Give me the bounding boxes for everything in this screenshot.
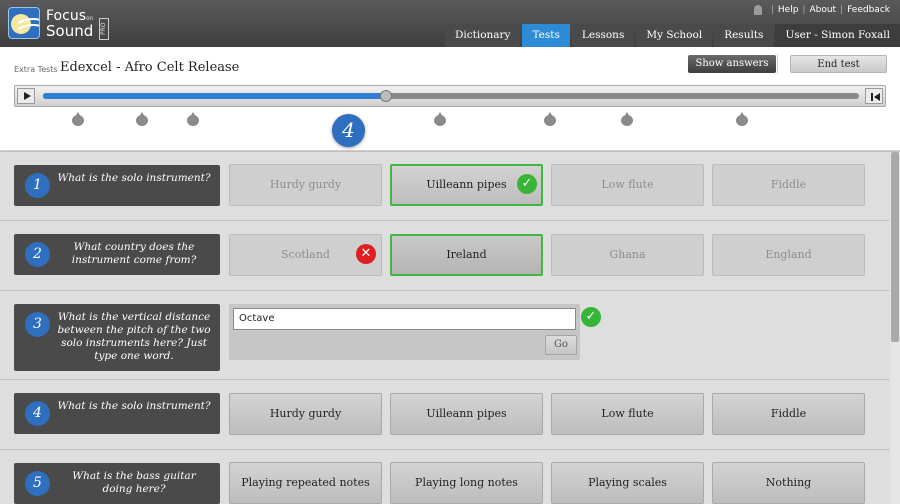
- breadcrumb[interactable]: Extra Tests: [14, 65, 58, 74]
- question-number: 1: [25, 173, 50, 198]
- show-answers-button[interactable]: Show answers: [688, 55, 776, 73]
- question-number: 4: [25, 401, 50, 426]
- question-text: What is the bass guitar doing here?: [72, 470, 196, 495]
- question-marker-icon[interactable]: [621, 112, 634, 126]
- option-button[interactable]: Fiddle: [712, 393, 865, 435]
- feedback-link[interactable]: Feedback: [847, 5, 890, 15]
- question-marker-icon[interactable]: [186, 112, 199, 126]
- option-button[interactable]: Ireland: [390, 234, 543, 276]
- focus-on-sound-logo[interactable]: [8, 7, 40, 39]
- go-button[interactable]: Go: [545, 335, 577, 355]
- option-button[interactable]: Low flute: [551, 164, 704, 206]
- option-button[interactable]: Hurdy gurdy: [229, 164, 382, 206]
- question-text: What is the solo instrument?: [57, 400, 211, 412]
- tab-lessons[interactable]: Lessons: [571, 24, 635, 47]
- question-row: 2 What country does the instrument come …: [0, 221, 890, 291]
- question-number: 3: [25, 312, 50, 337]
- question-text: What is the solo instrument?: [57, 172, 211, 184]
- question-box: 5 What is the bass guitar doing here?: [14, 463, 220, 504]
- question-box: 4 What is the solo instrument?: [14, 393, 220, 434]
- test-header: Extra Tests Edexcel - Afro Celt Release …: [0, 47, 900, 151]
- option-button[interactable]: Playing long notes: [390, 462, 543, 504]
- question-row: 4 What is the solo instrument? Hurdy gur…: [0, 380, 890, 450]
- question-marker-icon[interactable]: [736, 112, 749, 126]
- brand-pro-badge: PRO: [99, 18, 109, 40]
- check-icon: ✓: [517, 174, 537, 194]
- option-button[interactable]: Fiddle: [712, 164, 865, 206]
- help-link[interactable]: Help: [778, 5, 799, 15]
- option-button[interactable]: Nothing: [712, 462, 865, 504]
- tab-user[interactable]: User - Simon Foxall: [775, 24, 900, 47]
- skip-to-start-icon[interactable]: [865, 88, 883, 104]
- main-nav: Dictionary Tests Lessons My School Resul…: [444, 24, 900, 47]
- brand-on: on: [86, 15, 94, 22]
- question-marker-icon[interactable]: [544, 112, 557, 126]
- question-row: 3 What is the vertical distance between …: [0, 291, 890, 380]
- brand-line2: Sound: [46, 22, 94, 40]
- question-text: What country does the instrument come fr…: [71, 241, 197, 266]
- bell-icon[interactable]: [753, 5, 762, 15]
- option-button[interactable]: Low flute: [551, 393, 704, 435]
- tab-results[interactable]: Results: [714, 24, 774, 47]
- progress-fill: [43, 93, 386, 99]
- audio-player: [14, 85, 886, 107]
- question-row: 5 What is the bass guitar doing here? Pl…: [0, 450, 890, 504]
- scrollbar-thumb[interactable]: [891, 152, 899, 342]
- answer-input[interactable]: Octave: [233, 308, 576, 330]
- option-button[interactable]: Playing scales: [551, 462, 704, 504]
- question-marker-icon[interactable]: [136, 112, 149, 126]
- end-test-button[interactable]: End test: [790, 55, 887, 73]
- top-bar: Focus on Sound PRO | Help | About | Feed…: [0, 0, 900, 47]
- question-number: 2: [25, 242, 50, 267]
- question-box: 1 What is the solo instrument?: [14, 165, 220, 206]
- question-marker-icon[interactable]: [71, 112, 84, 126]
- answer-panel: Octave Go: [229, 304, 580, 360]
- play-icon[interactable]: [17, 88, 35, 104]
- option-button[interactable]: Uilleann pipes: [390, 393, 543, 435]
- question-box: 3 What is the vertical distance between …: [14, 304, 220, 371]
- questions-list: 1 What is the solo instrument? Hurdy gur…: [0, 152, 890, 504]
- option-button[interactable]: Ghana: [551, 234, 704, 276]
- cross-icon: ✕: [356, 244, 376, 264]
- divider: [777, 54, 778, 74]
- question-text: What is the vertical distance between th…: [57, 311, 211, 362]
- check-icon: ✓: [581, 307, 601, 327]
- top-links: | Help | About | Feedback: [753, 5, 890, 15]
- active-question-marker[interactable]: 4: [332, 114, 365, 147]
- progress-handle[interactable]: [379, 90, 392, 102]
- option-button[interactable]: England: [712, 234, 865, 276]
- question-box: 2 What country does the instrument come …: [14, 234, 220, 275]
- progress-track[interactable]: [43, 90, 859, 102]
- page-title: Edexcel - Afro Celt Release: [60, 60, 240, 75]
- question-number: 5: [25, 471, 50, 496]
- tab-my-school[interactable]: My School: [636, 24, 713, 47]
- tab-dictionary[interactable]: Dictionary: [444, 24, 521, 47]
- question-marker-icon[interactable]: [434, 112, 447, 126]
- scrollbar[interactable]: [890, 152, 900, 504]
- about-link[interactable]: About: [809, 5, 836, 15]
- option-button[interactable]: Playing repeated notes: [229, 462, 382, 504]
- option-button[interactable]: Hurdy gurdy: [229, 393, 382, 435]
- question-row: 1 What is the solo instrument? Hurdy gur…: [0, 152, 890, 221]
- tab-tests[interactable]: Tests: [522, 24, 570, 47]
